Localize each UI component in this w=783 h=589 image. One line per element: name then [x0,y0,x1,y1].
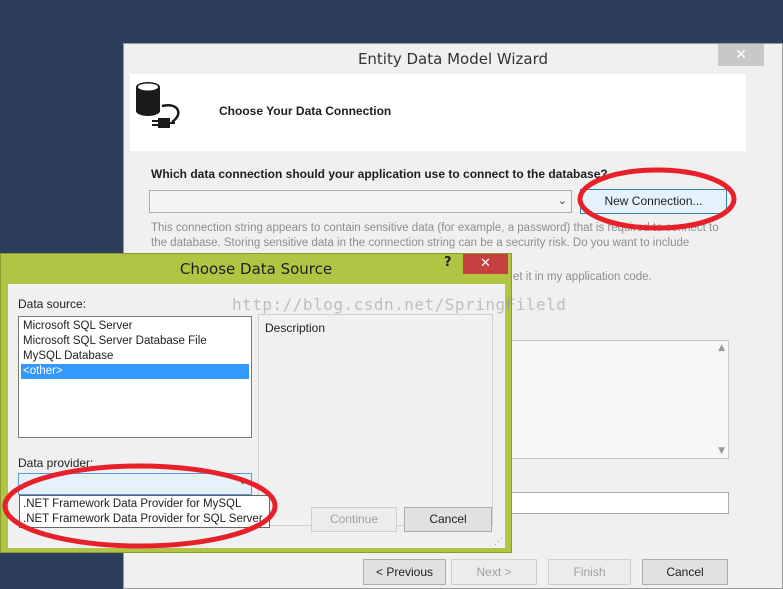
page-title: Choose Your Data Connection [219,104,392,118]
previous-button[interactable]: < Previous [363,559,446,585]
scroll-up-icon[interactable]: ▲ [718,343,725,353]
entity-name-input[interactable] [509,492,729,514]
connection-string-box[interactable]: ▲ ▼ [509,340,729,459]
list-item[interactable]: MySQL Database [21,349,249,364]
dialog-body: Data source: Microsoft SQL Server Micros… [8,284,505,548]
wizard-cancel-button[interactable]: Cancel [642,559,728,585]
wizard-header: Choose Your Data Connection [130,74,746,151]
data-provider-label: Data provider: [18,456,94,470]
watermark: http://blog.csdn.net/SpringFileld [232,295,567,314]
connection-select[interactable]: ⌄ [149,190,572,213]
list-item[interactable]: Microsoft SQL Server Database File [21,334,249,349]
data-provider-dropdown[interactable]: .NET Framework Data Provider for MySQL .… [19,495,270,528]
sensitive-option-tail: et it in my application code. [513,271,652,283]
dialog-cancel-button[interactable]: Cancel [404,507,492,532]
new-connection-button[interactable]: New Connection... [580,189,727,214]
finish-button[interactable]: Finish [548,559,631,585]
data-provider-select[interactable]: ⌄ [18,473,252,495]
sensitive-data-text: This connection string appears to contai… [151,222,719,249]
data-source-label: Data source: [18,297,87,311]
dropdown-option[interactable]: .NET Framework Data Provider for SQL Ser… [23,512,263,527]
database-plug-icon [134,80,194,139]
description-panel: Description [258,314,493,526]
continue-button[interactable]: Continue [311,507,397,532]
next-button[interactable]: Next > [451,559,537,585]
list-item-selected[interactable]: <other> [21,364,249,379]
description-label: Description [265,321,326,335]
list-item[interactable]: Microsoft SQL Server [21,319,249,334]
dialog-title: Choose Data Source [179,260,333,278]
wizard-title: Entity Data Model Wizard [357,50,549,68]
resize-grip-icon[interactable]: ⋰ [494,537,503,547]
dialog-close-button[interactable]: ✕ [463,254,508,274]
chevron-down-icon: ⌄ [238,476,247,487]
chevron-down-icon: ⌄ [557,194,567,207]
data-source-list[interactable]: Microsoft SQL Server Microsoft SQL Serve… [18,316,252,438]
wizard-close-button[interactable]: ✕ [718,44,764,66]
scroll-down-icon[interactable]: ▼ [718,446,725,456]
help-icon[interactable]: ? [444,255,452,270]
dropdown-option[interactable]: .NET Framework Data Provider for MySQL [23,497,241,512]
connection-question: Which data connection should your applic… [151,167,608,181]
